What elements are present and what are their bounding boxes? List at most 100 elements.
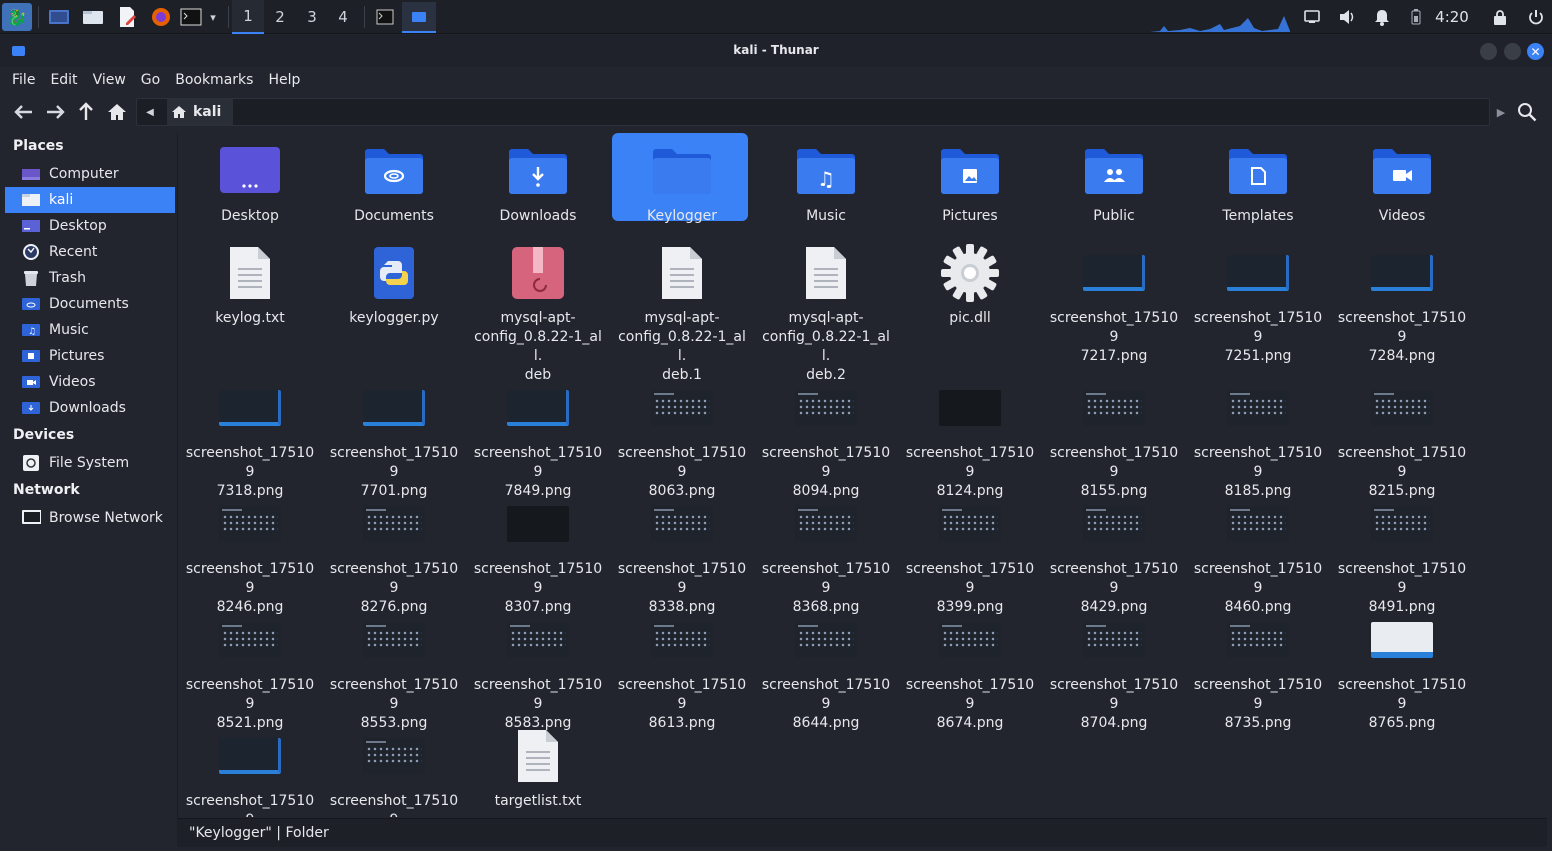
file-item[interactable]: screenshot_175109 8368.png	[758, 492, 894, 617]
menu-view[interactable]: View	[93, 72, 126, 88]
sidebar-item-videos[interactable]: Videos	[5, 369, 175, 395]
taskbar-terminal-icon[interactable]	[372, 3, 398, 31]
battery-icon[interactable]	[1405, 0, 1427, 34]
chevron-down-icon[interactable]: ▾	[204, 3, 222, 31]
file-item[interactable]: screenshot_175109 8215.png	[1334, 376, 1470, 501]
file-item[interactable]: screenshot_1751098826.png	[326, 724, 462, 817]
workspace-1[interactable]: 1	[232, 0, 264, 34]
file-item[interactable]: screenshot_175109 8583.png	[470, 608, 606, 733]
window-titlebar[interactable]: kali - Thunar ✕	[0, 35, 1552, 67]
up-arrow-icon[interactable]	[74, 100, 98, 124]
sidebar-item-browse-network[interactable]: Browse Network	[5, 505, 175, 531]
sidebar-item-computer[interactable]: Computer	[5, 161, 175, 187]
back-arrow-icon[interactable]	[12, 100, 36, 124]
pathbar-prev-icon[interactable]: ◀	[141, 103, 159, 121]
taskbar-thunar-icon[interactable]	[402, 2, 436, 33]
folder-item[interactable]: Templates	[1190, 139, 1326, 226]
close-button[interactable]: ✕	[1527, 43, 1544, 60]
file-icon-view[interactable]: Desktop Documents Downloads Keylogger ♫ Music…	[177, 133, 1547, 817]
sidebar-item-documents[interactable]: Documents	[5, 291, 175, 317]
folder-item[interactable]: Keylogger	[612, 133, 750, 226]
file-item[interactable]: screenshot_175109 7701.png	[326, 376, 462, 501]
menu-go[interactable]: Go	[141, 72, 160, 88]
folder-item[interactable]: Videos	[1334, 139, 1470, 226]
file-item[interactable]: screenshot_175109 8735.png	[1190, 608, 1326, 733]
minimize-button[interactable]	[1480, 43, 1497, 60]
workspace-2[interactable]: 2	[264, 0, 296, 34]
sidebar-item-music[interactable]: ♫ Music	[5, 317, 175, 343]
file-item[interactable]: mysql-apt-config_0.8.22-1_all. deb	[470, 241, 606, 385]
sidebar-item-pictures[interactable]: Pictures	[5, 343, 175, 369]
folder-item[interactable]: Documents	[326, 139, 462, 226]
file-item[interactable]: screenshot_175109 8307.png	[470, 492, 606, 617]
menu-help[interactable]: Help	[268, 72, 300, 88]
terminal-launcher-icon[interactable]	[179, 3, 203, 31]
display-icon[interactable]	[1300, 0, 1324, 34]
file-item[interactable]: screenshot_175109 7849.png	[470, 376, 606, 501]
folder-item[interactable]: Desktop	[182, 139, 318, 226]
file-item[interactable]: screenshot_175109 8399.png	[902, 492, 1038, 617]
file-item[interactable]: screenshot_1751098796.png	[182, 724, 318, 817]
file-item[interactable]: screenshot_175109 7318.png	[182, 376, 318, 501]
breadcrumb-kali[interactable]: kali	[167, 99, 234, 125]
firefox-launcher-icon[interactable]	[148, 3, 174, 31]
sidebar-item-file-system[interactable]: File System	[5, 450, 175, 476]
logout-icon[interactable]	[1524, 0, 1548, 34]
sidebar-item-trash[interactable]: Trash	[5, 265, 175, 291]
file-item[interactable]: screenshot_175109 8185.png	[1190, 376, 1326, 501]
menu-bookmarks[interactable]: Bookmarks	[175, 72, 253, 88]
pathbar-next-icon[interactable]: ▶	[1489, 100, 1513, 124]
menu-file[interactable]: File	[12, 72, 35, 88]
notification-bell-icon[interactable]	[1370, 0, 1394, 34]
location-pathbar[interactable]: ◀ kali	[136, 98, 1490, 126]
maximize-button[interactable]	[1504, 43, 1521, 60]
file-item[interactable]: targetlist.txt	[470, 724, 606, 811]
file-item[interactable]: screenshot_175109 8276.png	[326, 492, 462, 617]
clock[interactable]: 4:20	[1433, 0, 1471, 34]
forward-arrow-icon[interactable]	[43, 100, 67, 124]
file-item[interactable]: screenshot_175109 8429.png	[1046, 492, 1182, 617]
file-item[interactable]: screenshot_175109 7217.png	[1046, 241, 1182, 366]
file-item[interactable]: screenshot_175109 8704.png	[1046, 608, 1182, 733]
file-manager-launcher-icon[interactable]	[80, 3, 106, 31]
file-item[interactable]: screenshot_175109 8644.png	[758, 608, 894, 733]
file-item[interactable]: screenshot_175109 8094.png	[758, 376, 894, 501]
file-item[interactable]: mysql-apt-config_0.8.22-1_all. deb.1	[614, 241, 750, 385]
home-icon[interactable]	[105, 100, 129, 124]
file-item[interactable]: screenshot_175109 8674.png	[902, 608, 1038, 733]
volume-icon[interactable]	[1335, 0, 1359, 34]
search-icon[interactable]	[1515, 100, 1539, 124]
text-editor-launcher-icon[interactable]	[114, 3, 140, 31]
kali-menu-icon[interactable]: 🐉	[2, 3, 32, 31]
file-item[interactable]: screenshot_175109 8491.png	[1334, 492, 1470, 617]
file-item[interactable]: screenshot_175109 8553.png	[326, 608, 462, 733]
file-item[interactable]: screenshot_175109 8124.png	[902, 376, 1038, 501]
file-item[interactable]: screenshot_175109 8063.png	[614, 376, 750, 501]
folder-item[interactable]: Downloads	[470, 139, 606, 226]
folder-item[interactable]: Public	[1046, 139, 1182, 226]
file-item[interactable]: pic.dll	[902, 241, 1038, 328]
workspace-4[interactable]: 4	[327, 0, 359, 34]
file-item[interactable]: screenshot_175109 7251.png	[1190, 241, 1326, 366]
sidebar-item-desktop[interactable]: Desktop	[5, 213, 175, 239]
sidebar-item-kali[interactable]: kali	[5, 187, 175, 213]
show-desktop-icon[interactable]	[46, 3, 72, 31]
file-item[interactable]: screenshot_175109 8155.png	[1046, 376, 1182, 501]
file-item[interactable]: screenshot_175109 8460.png	[1190, 492, 1326, 617]
file-item[interactable]: screenshot_175109 7284.png	[1334, 241, 1470, 366]
file-item[interactable]: keylogger.py	[326, 241, 462, 328]
file-item[interactable]: mysql-apt-config_0.8.22-1_all. deb.2	[758, 241, 894, 385]
file-item[interactable]: screenshot_175109 8613.png	[614, 608, 750, 733]
file-item[interactable]: screenshot_175109 8765.png	[1334, 608, 1470, 733]
file-item[interactable]: screenshot_175109 8338.png	[614, 492, 750, 617]
file-item[interactable]: keylog.txt	[182, 241, 318, 328]
sidebar-item-recent[interactable]: Recent	[5, 239, 175, 265]
lock-icon[interactable]	[1488, 0, 1512, 34]
sidebar-item-downloads[interactable]: Downloads	[5, 395, 175, 421]
folder-item[interactable]: ♫ Music	[758, 139, 894, 226]
file-item[interactable]: screenshot_175109 8521.png	[182, 608, 318, 733]
workspace-3[interactable]: 3	[296, 0, 328, 34]
folder-item[interactable]: Pictures	[902, 139, 1038, 226]
file-item[interactable]: screenshot_175109 8246.png	[182, 492, 318, 617]
menu-edit[interactable]: Edit	[50, 72, 77, 88]
